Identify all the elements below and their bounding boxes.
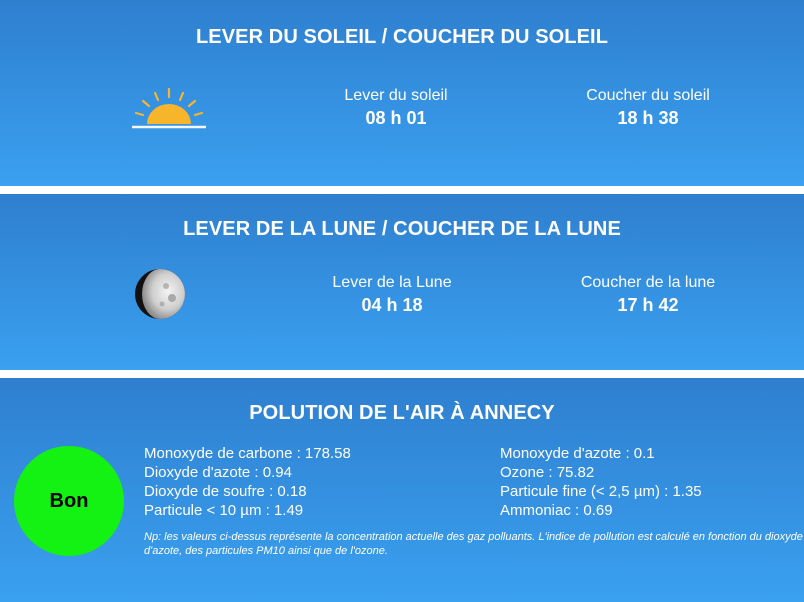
sunset-label: Coucher du soleil bbox=[586, 87, 710, 104]
air-quality-label: Bon bbox=[49, 489, 89, 512]
pollutant-item: Dioxyde de soufre : 0.18 bbox=[144, 483, 307, 500]
pollutant-item: Ammoniac : 0.69 bbox=[500, 502, 613, 519]
moonset-time: 17 h 42 bbox=[617, 295, 679, 315]
sunset-time: 18 h 38 bbox=[617, 108, 679, 128]
moon-panel: LEVER DE LA LUNE / COUCHER DE LA LUNE Le… bbox=[0, 194, 804, 370]
sunset-info: Coucher du soleil 18 h 38 bbox=[548, 86, 748, 130]
moonrise-info: Lever de la Lune 04 h 18 bbox=[292, 273, 492, 317]
air-panel-title: POLUTION DE L'AIR À ANNECY bbox=[249, 402, 555, 424]
moonrise-time: 04 h 18 bbox=[361, 295, 423, 315]
pollutant-list-left: Monoxyde de carbone : 178.58 Dioxyde d'a… bbox=[144, 444, 351, 520]
air-quality-badge: Bon bbox=[14, 446, 124, 556]
pollutant-list-right: Monoxyde d'azote : 0.1 Ozone : 75.82 Par… bbox=[500, 444, 702, 520]
sunrise-icon bbox=[132, 87, 206, 129]
moonset-label: Coucher de la lune bbox=[580, 274, 716, 291]
pollutant-item: Particule < 10 µm : 1.49 bbox=[144, 502, 304, 519]
air-quality-panel: POLUTION DE L'AIR À ANNECY Bon Monoxyde … bbox=[0, 378, 804, 602]
pollutant-item: Particule fine (< 2,5 µm) : 1.35 bbox=[500, 483, 702, 500]
sunrise-info: Lever du soleil 08 h 01 bbox=[296, 86, 496, 130]
moon-phase-icon bbox=[135, 269, 185, 319]
sun-panel: LEVER DU SOLEIL / COUCHER DU SOLEIL Leve… bbox=[0, 0, 804, 186]
sunrise-time: 08 h 01 bbox=[365, 108, 427, 128]
pollutant-item: Dioxyde d'azote : 0.94 bbox=[144, 464, 292, 481]
moon-panel-title: LEVER DE LA LUNE / COUCHER DE LA LUNE bbox=[183, 218, 621, 240]
sunrise-label: Lever du soleil bbox=[344, 87, 448, 104]
moonrise-label: Lever de la Lune bbox=[332, 274, 452, 291]
pollutant-item: Monoxyde de carbone : 178.58 bbox=[144, 445, 351, 462]
pollution-note: Np: les valeurs ci-dessus représente la … bbox=[144, 531, 803, 557]
moonset-info: Coucher de la lune 17 h 42 bbox=[548, 273, 748, 317]
pollutant-item: Ozone : 75.82 bbox=[500, 464, 595, 481]
sun-panel-title: LEVER DU SOLEIL / COUCHER DU SOLEIL bbox=[195, 26, 609, 48]
pollutant-item: Monoxyde d'azote : 0.1 bbox=[500, 445, 655, 462]
